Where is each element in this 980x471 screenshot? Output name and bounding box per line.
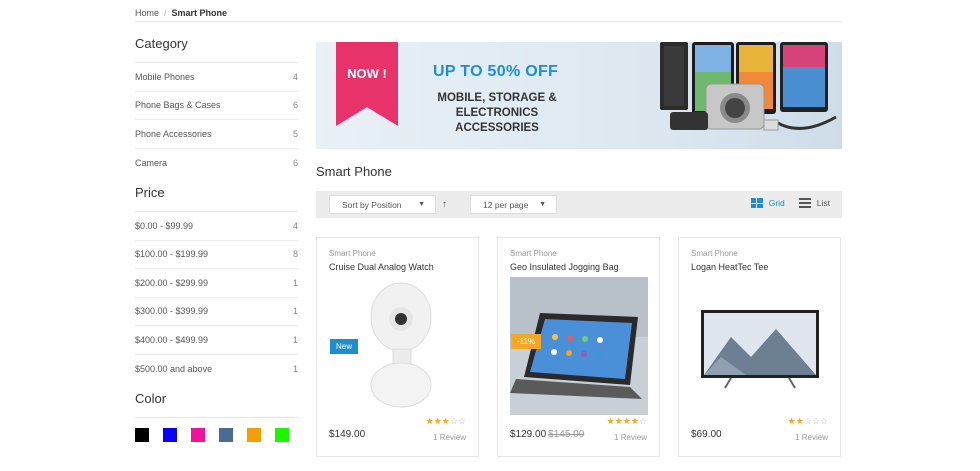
price-label: $500.00 and above (135, 363, 213, 374)
ribbon-text: NOW ! (347, 66, 387, 81)
price-item[interactable]: $300.00 - $399.99 1 (135, 298, 298, 326)
product-card[interactable]: Smart Phone Geo Insulated Jogging Bag -1… (497, 237, 660, 457)
banner-headline: UP TO 50% OFF (433, 63, 559, 80)
product-category: Smart Phone (510, 249, 557, 258)
toolbar: Sort by Position ▼ ↑ 12 per page ▼ Grid … (316, 191, 842, 218)
list-label: List (816, 198, 830, 208)
color-filter: Color (135, 391, 298, 442)
price-label: $400.00 - $499.99 (135, 334, 209, 345)
price-label: $300.00 - $399.99 (135, 306, 209, 317)
color-swatch[interactable] (135, 428, 149, 442)
product-category: Smart Phone (329, 249, 376, 258)
sale-badge: -11% (511, 334, 542, 349)
new-badge: New (330, 339, 359, 354)
category-count: 6 (292, 100, 298, 111)
main-content: NOW ! UP TO 50% OFF MOBILE, STORAGE & EL… (316, 42, 842, 218)
product-price: $69.00 (691, 429, 722, 440)
electronics-image (660, 42, 837, 131)
product-image[interactable] (691, 277, 829, 415)
breadcrumb: Home / Smart Phone (135, 8, 842, 22)
color-swatch[interactable] (163, 428, 177, 442)
category-count: 4 (292, 71, 298, 82)
review-count[interactable]: 1 Review (614, 433, 647, 442)
banner-subline-1: MOBILE, STORAGE & (437, 92, 557, 104)
grid-icon (750, 198, 763, 208)
product-name[interactable]: Geo Insulated Jogging Bag (510, 262, 647, 272)
price-filter: Price $0.00 - $99.99 4 $100.00 - $199.99 8… (135, 185, 298, 383)
category-label: Phone Accessories (135, 128, 212, 139)
price-count: 1 (292, 306, 298, 317)
price-item[interactable]: $200.00 - $299.99 1 (135, 269, 298, 298)
color-swatch[interactable] (219, 428, 233, 442)
price-value: $149.00 (329, 429, 366, 440)
category-filter: Category Mobile Phones 4 Phone Bags & Cas… (135, 36, 298, 177)
breadcrumb-home[interactable]: Home (135, 8, 159, 18)
category-label: Mobile Phones (135, 71, 195, 82)
color-swatch[interactable] (275, 428, 289, 442)
old-price-value: $145.00 (548, 429, 585, 440)
category-count: 5 (292, 128, 298, 139)
sidebar: Category Mobile Phones 4 Phone Bags & Cas… (135, 36, 298, 450)
category-item[interactable]: Phone Accessories 5 (135, 120, 298, 149)
product-grid: Smart Phone Cruise Dual Analog Watch New… (316, 237, 841, 457)
grid-view-button[interactable]: Grid (750, 198, 785, 208)
per-page-select[interactable]: 12 per page ▼ (470, 195, 557, 214)
price-item[interactable]: $100.00 - $199.99 8 (135, 241, 298, 269)
product-price: $129.00 $145.00 (510, 429, 584, 440)
per-page-value: 12 per page (483, 199, 529, 210)
product-card[interactable]: Smart Phone Logan HeatTec Tee ★★☆☆☆ 1 Re… (678, 237, 841, 457)
product-name[interactable]: Logan HeatTec Tee (691, 262, 828, 272)
promo-banner[interactable]: NOW ! UP TO 50% OFF MOBILE, STORAGE & EL… (316, 42, 842, 149)
price-label: $100.00 - $199.99 (135, 249, 209, 260)
price-value: $129.00 (510, 429, 547, 440)
chevron-down-icon: ▼ (418, 201, 425, 208)
sort-select-value: Sort by Position (342, 199, 402, 210)
sort-select[interactable]: Sort by Position ▼ (329, 195, 436, 214)
product-price: $149.00 (329, 429, 365, 440)
category-count: 6 (292, 157, 298, 168)
color-swatches (135, 428, 298, 442)
category-item[interactable]: Phone Bags & Cases 6 (135, 92, 298, 120)
rating-stars: ★★★★☆ (606, 416, 647, 426)
category-title: Category (135, 36, 298, 63)
price-count: 4 (292, 220, 298, 231)
price-label: $0.00 - $99.99 (135, 220, 194, 231)
price-item[interactable]: $0.00 - $99.99 4 (135, 212, 298, 241)
rating-stars: ★★★☆☆ (425, 416, 466, 426)
category-label: Camera (135, 157, 168, 168)
grid-label: Grid (768, 198, 785, 208)
category-item[interactable]: Camera 6 (135, 149, 298, 178)
product-category: Smart Phone (691, 249, 738, 258)
breadcrumb-separator: / (164, 8, 167, 18)
list-icon (798, 198, 811, 208)
price-count: 8 (292, 249, 298, 260)
color-swatch[interactable] (191, 428, 205, 442)
product-name[interactable]: Cruise Dual Analog Watch (329, 262, 466, 272)
ribbon-shape (336, 42, 398, 126)
sort-direction-icon[interactable]: ↑ (442, 199, 447, 210)
banner-subline-2: ELECTRONICS ACCESSORIES (455, 107, 539, 134)
list-view-button[interactable]: List (798, 198, 830, 208)
price-value: $69.00 (691, 429, 722, 440)
price-count: 1 (292, 277, 298, 288)
breadcrumb-current: Smart Phone (171, 8, 228, 18)
product-card[interactable]: Smart Phone Cruise Dual Analog Watch New… (316, 237, 479, 457)
category-item[interactable]: Mobile Phones 4 (135, 63, 298, 92)
rating-stars: ★★☆☆☆ (787, 416, 828, 426)
review-count[interactable]: 1 Review (795, 433, 828, 442)
price-label: $200.00 - $299.99 (135, 277, 209, 288)
review-count[interactable]: 1 Review (433, 433, 466, 442)
color-swatch[interactable] (247, 428, 261, 442)
price-count: 1 (292, 363, 298, 374)
price-item[interactable]: $400.00 - $499.99 1 (135, 326, 298, 355)
color-title: Color (135, 391, 298, 418)
price-title: Price (135, 185, 298, 212)
page-title: Smart Phone (316, 164, 392, 179)
banner-subline: MOBILE, STORAGE & ELECTRONICS ACCESSORIE… (417, 91, 577, 136)
chevron-down-icon: ▼ (539, 201, 546, 208)
view-options: Grid List (750, 198, 830, 208)
category-label: Phone Bags & Cases (135, 100, 221, 111)
price-count: 1 (292, 334, 298, 345)
price-item[interactable]: $500.00 and above 1 (135, 355, 298, 384)
